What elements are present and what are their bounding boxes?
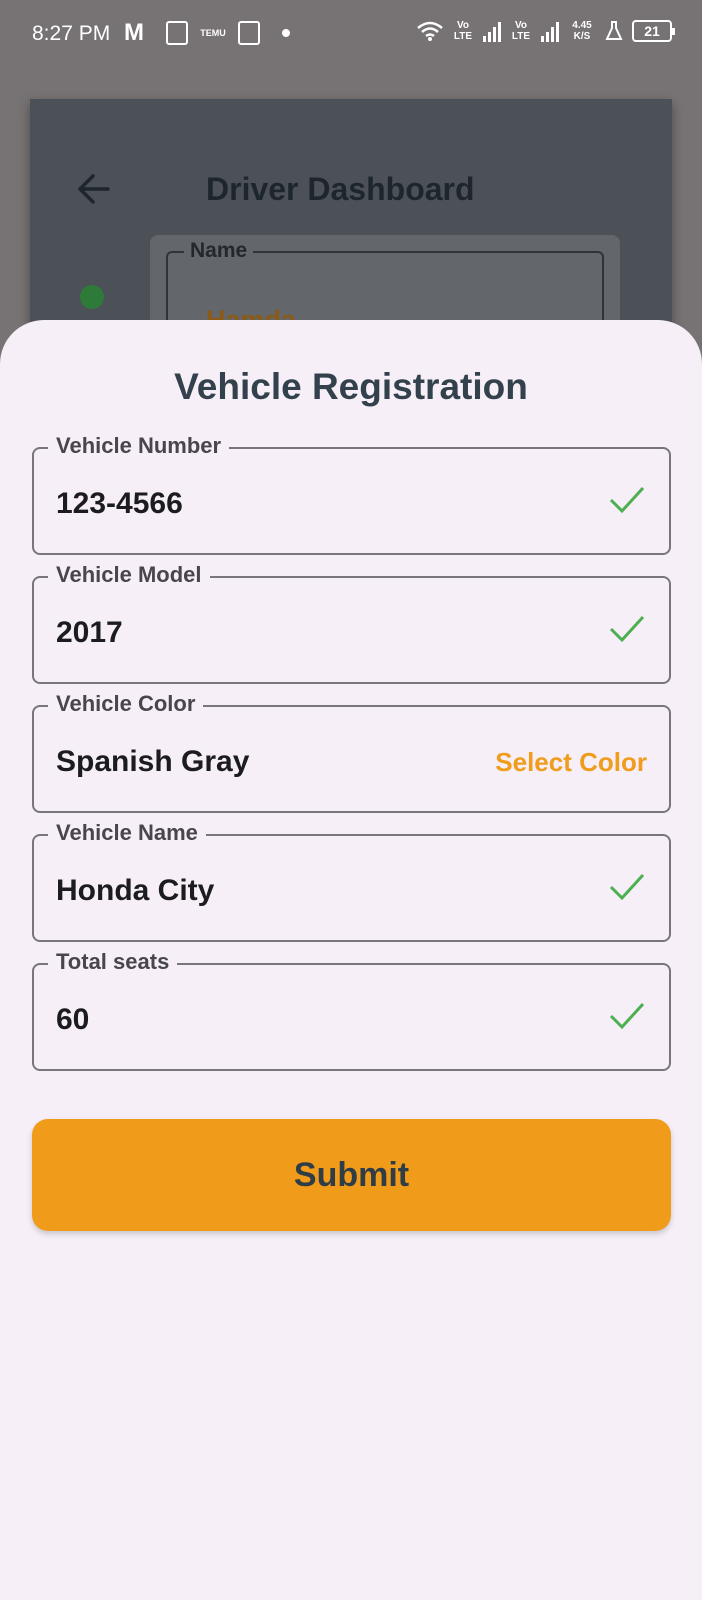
vehicle-model-field[interactable]: Vehicle Model 2017 (32, 562, 671, 684)
vehicle-name-value: Honda City (56, 874, 215, 907)
check-icon (609, 615, 645, 643)
status-bar: 8:27 PM M TEMU Vo LTE Vo LTE 4.45 K/S 21 (0, 0, 702, 70)
signal-icon (483, 20, 501, 42)
signal-icon-2 (541, 20, 559, 42)
vehicle-color-value: Spanish Gray (56, 745, 250, 778)
dashboard-title: Driver Dashboard (206, 171, 475, 207)
temu-icon: TEMU (200, 28, 226, 38)
sim-icon (166, 21, 188, 45)
check-icon (609, 486, 645, 514)
volte-icon-2: Vo LTE (511, 20, 531, 42)
vehicle-number-label: Vehicle Number (48, 433, 230, 459)
more-notifications-icon (282, 29, 290, 37)
submit-button[interactable]: Submit (32, 1119, 671, 1231)
total-seats-label: Total seats (48, 949, 178, 975)
check-icon (609, 873, 645, 901)
name-label: Name (184, 239, 254, 263)
notification-icons: M TEMU (124, 20, 290, 46)
back-arrow-icon[interactable] (76, 171, 112, 207)
vehicle-color-label: Vehicle Color (48, 691, 204, 717)
vehicle-name-label: Vehicle Name (48, 820, 206, 846)
wifi-icon (417, 21, 443, 41)
vehicle-registration-sheet: Vehicle Registration Vehicle Number 123-… (0, 320, 702, 1600)
battery-icon: 21 (632, 20, 675, 42)
gmail-icon: M (124, 19, 144, 46)
select-color-button[interactable]: Select Color (495, 747, 647, 778)
vehicle-number-value: 123-4566 (56, 487, 183, 520)
person-icon (80, 285, 104, 309)
vehicle-name-field[interactable]: Vehicle Name Honda City (32, 820, 671, 942)
total-seats-value: 60 (56, 1003, 90, 1036)
network-speed: 4.45 K/S (572, 20, 592, 42)
check-icon (609, 1002, 645, 1030)
vehicle-model-label: Vehicle Model (48, 562, 210, 588)
vehicle-color-field[interactable]: Vehicle Color Spanish Gray Select Color (32, 691, 671, 813)
vehicle-model-value: 2017 (56, 616, 123, 649)
total-seats-field[interactable]: Total seats 60 (32, 949, 671, 1071)
paytm-icon (238, 21, 260, 45)
sheet-title: Vehicle Registration (174, 366, 528, 407)
volte-icon: Vo LTE (453, 20, 473, 42)
vehicle-number-field[interactable]: Vehicle Number 123-4566 (32, 433, 671, 555)
flask-icon (605, 21, 623, 40)
system-icons: Vo LTE Vo LTE 4.45 K/S 21 (417, 20, 675, 42)
status-time: 8:27 PM (32, 22, 111, 45)
